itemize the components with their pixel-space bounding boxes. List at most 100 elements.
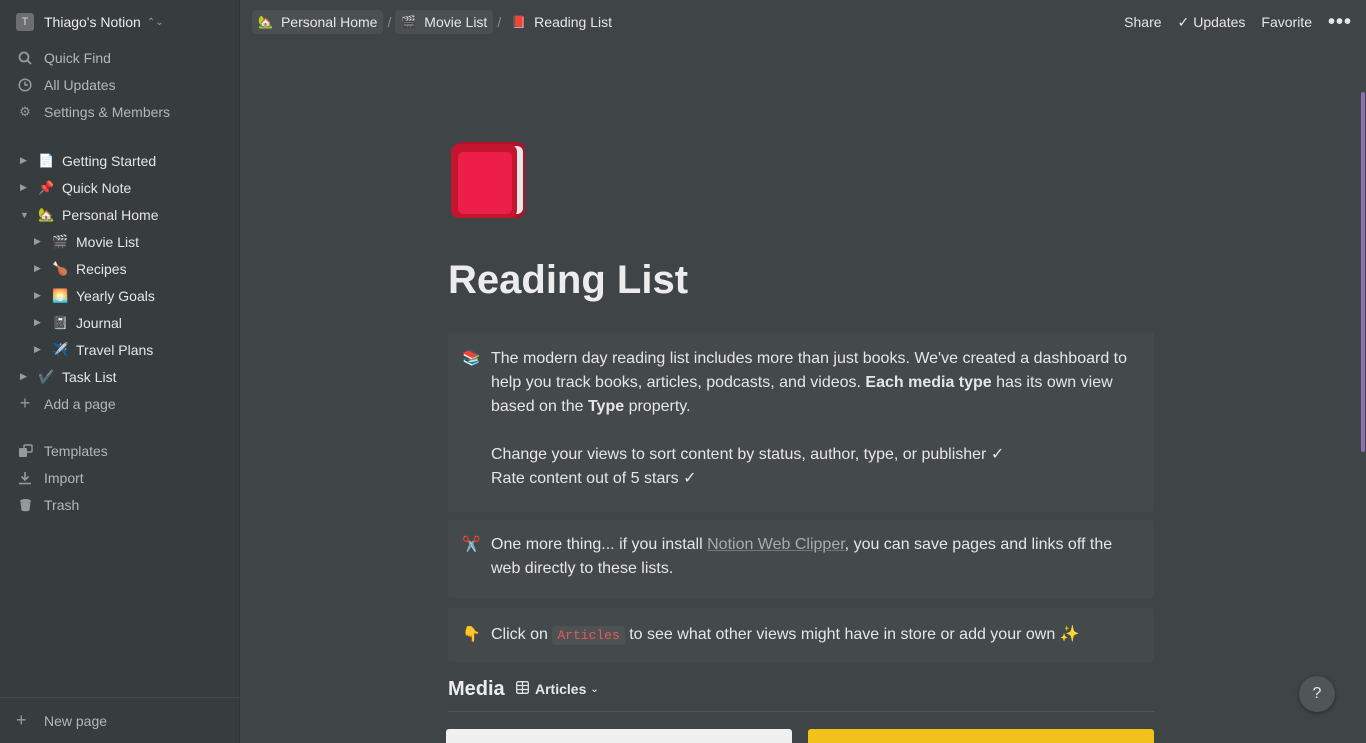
clapper-icon: 🎬 (52, 233, 69, 249)
chevron-down-icon: ⌄ (590, 683, 599, 695)
sidebar-item-journal[interactable]: ▶ 📓 Journal (0, 309, 240, 336)
clock-icon (16, 76, 34, 94)
gallery-card[interactable] (446, 729, 792, 743)
quick-find-label: Quick Find (44, 49, 111, 66)
web-clipper-link[interactable]: Notion Web Clipper (707, 536, 845, 553)
scrollbar[interactable] (1360, 44, 1366, 743)
sidebar-item-quick-note[interactable]: ▶ 📌 Quick Note (0, 174, 240, 201)
check-icon: ✓ (1177, 13, 1190, 30)
sidebar-item-personal-home[interactable]: ▼ 🏡 Personal Home (0, 201, 240, 228)
templates-button[interactable]: Templates (0, 437, 240, 464)
drumstick-icon: 🍗 (52, 260, 69, 276)
scrollbar-thumb[interactable] (1361, 92, 1365, 452)
books-icon: 📚 (462, 350, 481, 367)
breadcrumb-reading-list[interactable]: 📕 Reading List (505, 10, 618, 34)
trash-label: Trash (44, 496, 80, 513)
workspace-switcher[interactable]: T Thiago's Notion ⌃⌄ (0, 0, 240, 44)
scissors-icon: ✂️ (462, 536, 481, 553)
intro-callout[interactable]: 📚 The modern day reading list includes m… (448, 332, 1154, 512)
page-title[interactable]: Reading List (448, 258, 688, 303)
media-heading[interactable]: Media (448, 678, 505, 701)
click-callout[interactable]: 👇 Click on Articles to see what other vi… (448, 608, 1154, 662)
sidebar-item-recipes[interactable]: ▶ 🍗 Recipes (0, 255, 240, 282)
sidebar-item-label: Movie List (76, 233, 140, 250)
breadcrumb-separator: / (387, 14, 392, 30)
clipper-callout[interactable]: ✂️ One more thing... if you install Noti… (448, 520, 1154, 598)
import-icon (16, 469, 34, 487)
workspace-name: Thiago's Notion (44, 14, 141, 30)
expand-icon[interactable]: ▶ (34, 263, 41, 274)
expand-icon[interactable]: ▶ (34, 317, 41, 328)
breadcrumb-separator: / (497, 14, 502, 30)
updates-button[interactable]: ✓ Updates (1178, 14, 1246, 31)
breadcrumb-movie-list[interactable]: 🎬 Movie List (395, 10, 494, 34)
share-button[interactable]: Share (1124, 14, 1161, 30)
plus-icon: + (16, 710, 27, 730)
collapse-icon[interactable]: ▼ (20, 210, 29, 220)
house-icon: 🏡 (258, 15, 273, 29)
sidebar-item-label: Getting Started (62, 152, 157, 169)
expand-icon[interactable]: ▶ (20, 371, 27, 382)
add-page-button[interactable]: + Add a page (0, 390, 240, 417)
click-text-part: Click on (491, 626, 553, 643)
favorite-button[interactable]: Favorite (1261, 14, 1312, 30)
more-icon[interactable]: ••• (1328, 11, 1352, 34)
sidebar-item-yearly-goals[interactable]: ▶ 🌅 Yearly Goals (0, 282, 240, 309)
airplane-icon: ✈️ (52, 341, 69, 357)
trash-button[interactable]: Trash (0, 491, 240, 518)
articles-code: Articles (552, 626, 625, 645)
gallery-card[interactable] (808, 729, 1154, 743)
view-selector[interactable]: Articles ⌄ (516, 681, 599, 697)
clipper-text-part: One more thing... if you install (491, 536, 708, 553)
sidebar-item-task-list[interactable]: ▶ ✔️ Task List (0, 363, 240, 390)
intro-bold: Type (587, 398, 625, 415)
quick-find[interactable]: Quick Find (0, 44, 240, 71)
topbar: 🏡 Personal Home / 🎬 Movie List / 📕 Readi… (240, 0, 1366, 44)
help-button[interactable]: ? (1299, 676, 1335, 712)
sidebar-item-label: Quick Note (62, 179, 132, 196)
checkmark-icon: ✔️ (38, 368, 55, 384)
sidebar-item-travel-plans[interactable]: ▶ ✈️ Travel Plans (0, 336, 240, 363)
bullet-sort: Change your views to sort content by sta… (491, 446, 1005, 463)
intro-text: The modern day reading list includes mor… (491, 347, 1134, 491)
view-name: Articles (535, 681, 587, 697)
add-page-label: Add a page (44, 395, 116, 412)
sidebar: T Thiago's Notion ⌃⌄ Quick Find All Upda… (0, 0, 240, 743)
clipper-text: One more thing... if you install Notion … (491, 533, 1134, 581)
templates-label: Templates (44, 442, 108, 459)
sidebar-item-label: Recipes (76, 260, 127, 277)
breadcrumb-label: Reading List (534, 14, 612, 30)
sidebar-item-label: Personal Home (62, 206, 159, 223)
chevron-updown-icon: ⌃⌄ (146, 16, 164, 28)
workspace-avatar: T (16, 13, 34, 31)
settings-members[interactable]: ⚙ Settings & Members (0, 98, 240, 125)
expand-icon[interactable]: ▶ (20, 155, 27, 166)
import-label: Import (44, 469, 84, 486)
gear-icon: ⚙ (19, 103, 31, 119)
expand-icon[interactable]: ▶ (34, 236, 41, 247)
divider (448, 711, 1154, 712)
gallery-icon (516, 681, 529, 697)
breadcrumb: 🏡 Personal Home / 🎬 Movie List / 📕 Readi… (252, 10, 618, 34)
all-updates[interactable]: All Updates (0, 71, 240, 98)
document-icon: 📄 (38, 152, 55, 168)
click-text: Click on Articles to see what other view… (491, 623, 1134, 648)
bullet-rate: Rate content out of 5 stars ✓ (491, 470, 697, 487)
breadcrumb-label: Personal Home (280, 14, 378, 30)
import-button[interactable]: Import (0, 464, 240, 491)
sidebar-item-getting-started[interactable]: ▶ 📄 Getting Started (0, 147, 240, 174)
search-icon (16, 49, 34, 67)
expand-icon[interactable]: ▶ (20, 182, 27, 193)
expand-icon[interactable]: ▶ (34, 344, 41, 355)
pointing-down-icon: 👇 (462, 626, 481, 643)
sidebar-item-label: Task List (62, 368, 117, 385)
new-page-button[interactable]: + New page (0, 697, 240, 743)
plus-icon: + (19, 393, 31, 413)
intro-text-part: property. (624, 398, 691, 415)
all-updates-label: All Updates (44, 76, 116, 93)
expand-icon[interactable]: ▶ (34, 290, 41, 301)
pin-icon: 📌 (38, 179, 55, 195)
red-book-icon[interactable] (449, 140, 527, 220)
breadcrumb-personal-home[interactable]: 🏡 Personal Home (252, 10, 384, 34)
sidebar-item-movie-list[interactable]: ▶ 🎬 Movie List (0, 228, 240, 255)
